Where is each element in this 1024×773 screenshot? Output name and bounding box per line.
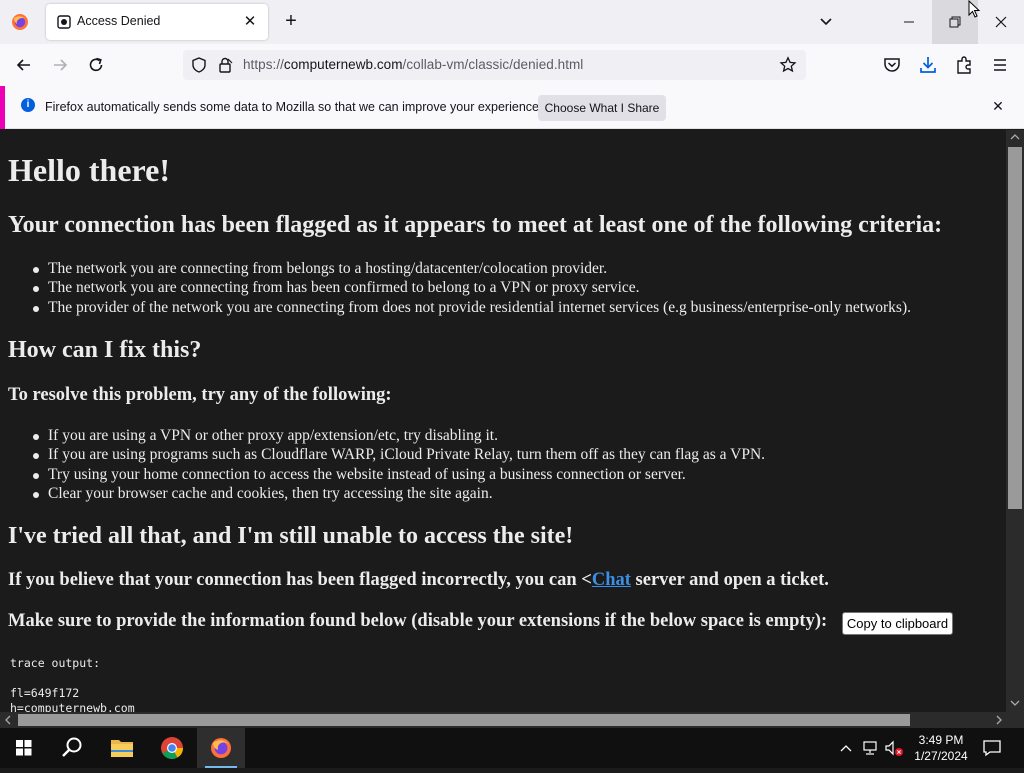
list-item: The provider of the network you are conn… [28,298,911,317]
notification-accent-bar [0,86,5,129]
flagged-heading: Your connection has been flagged as it a… [8,212,943,238]
fixes-list: If you are using a VPN or other proxy ap… [28,426,765,503]
horizontal-scrollbar-thumb[interactable] [18,714,910,726]
close-window-button[interactable] [978,0,1024,44]
notification-center-icon[interactable] [982,739,1002,757]
fix-heading: How can I fix this? [8,337,202,363]
firefox-view-icon[interactable] [10,12,30,32]
tab-bar: Access Denied ✕ + [0,0,1024,44]
navigation-toolbar: https://computernewb.com/collab-vm/class… [0,44,1024,86]
list-item: Try using your home connection to access… [28,465,765,484]
windows-taskbar: 3:49 PM 1/27/2024 [0,728,1024,768]
chat-link[interactable]: Chat [592,570,631,590]
trace-output-label: trace output: [10,656,101,670]
list-all-tabs-icon[interactable] [815,11,837,33]
minimize-button[interactable] [886,0,932,44]
clock-time: 3:49 PM [918,733,964,747]
list-item: The network you are connecting from belo… [28,259,911,278]
incorrect-flag-text: If you believe that your connection has … [8,570,829,591]
tried-heading: I've tried all that, and I'm still unabl… [8,523,574,549]
firefox-taskbar-button[interactable] [197,728,245,768]
tab-title: Access Denied [77,14,161,28]
start-button[interactable] [0,728,48,768]
scroll-right-arrow-icon[interactable] [994,715,1004,725]
menu-hamburger-icon[interactable] [987,53,1013,77]
incorrect-text-start: If you believe that your connection has … [8,570,592,590]
reload-icon[interactable] [83,53,109,77]
back-arrow-icon[interactable] [11,53,37,77]
site-info-lock-icon[interactable] [216,56,234,74]
volume-muted-icon[interactable] [884,739,906,757]
pocket-icon[interactable] [879,53,905,77]
folder-icon [111,740,133,757]
extensions-puzzle-icon[interactable] [951,53,977,77]
search-icon [62,737,82,757]
close-icon [995,16,1007,28]
trace-line: fl=649f172 [10,686,80,700]
windows-logo-icon [16,740,32,756]
chrome-button[interactable] [148,728,196,768]
network-icon[interactable] [862,739,880,757]
page-favicon-icon [57,15,71,29]
downloads-icon[interactable] [915,53,941,77]
scroll-left-arrow-icon[interactable] [3,715,13,725]
forward-arrow-icon[interactable] [47,53,73,77]
vertical-scrollbar-thumb[interactable] [1008,147,1022,509]
resolve-heading: To resolve this problem, try any of the … [8,385,392,405]
trace-line: h=computernewb.com [10,701,135,712]
list-item: Clear your browser cache and cookies, th… [28,484,765,503]
page-heading: Hello there! [8,152,171,188]
criteria-list: The network you are connecting from belo… [28,259,911,317]
chrome-icon [161,737,183,759]
show-hidden-icons-icon[interactable] [838,741,854,755]
incorrect-text-end: server and open a ticket. [630,570,829,590]
minimize-icon [904,21,914,23]
system-clock[interactable]: 3:49 PM 1/27/2024 [906,732,976,764]
close-notification-icon[interactable]: ✕ [990,98,1006,114]
close-tab-icon[interactable]: ✕ [240,12,260,32]
notification-message: Firefox automatically sends some data to… [45,100,543,114]
copy-to-clipboard-button[interactable]: Copy to clipboard [842,612,953,635]
provide-info-text: Make sure to provide the information fou… [8,611,828,631]
bookmark-star-icon[interactable] [779,56,797,74]
file-explorer-button[interactable] [98,728,146,768]
data-collection-notification: i Firefox automatically sends some data … [0,86,1024,129]
clock-date: 1/27/2024 [914,749,968,763]
new-tab-button[interactable]: + [280,10,302,32]
info-icon: i [21,98,35,112]
address-bar[interactable]: https://computernewb.com/collab-vm/class… [183,50,806,80]
list-item: If you are using programs such as Cloudf… [28,445,765,464]
tab-access-denied[interactable]: Access Denied ✕ [46,4,268,40]
page-content: Hello there! Your connection has been fl… [0,130,1006,712]
scroll-up-arrow-icon[interactable] [1010,132,1020,142]
list-item: If you are using a VPN or other proxy ap… [28,426,765,445]
choose-what-i-share-button[interactable]: Choose What I Share [538,95,666,121]
mouse-cursor-icon [968,0,981,18]
list-item: The network you are connecting from has … [28,278,911,297]
url-scheme: https:// [243,57,284,72]
scroll-down-arrow-icon[interactable] [1010,698,1020,708]
url-domain: computernewb.com [283,57,403,72]
search-button[interactable] [48,728,96,768]
tracking-protection-shield-icon[interactable] [190,56,208,74]
url-path: /collab-vm/classic/denied.html [402,57,584,72]
firefox-icon [211,738,231,758]
url-text[interactable]: https://computernewb.com/collab-vm/class… [243,57,583,72]
